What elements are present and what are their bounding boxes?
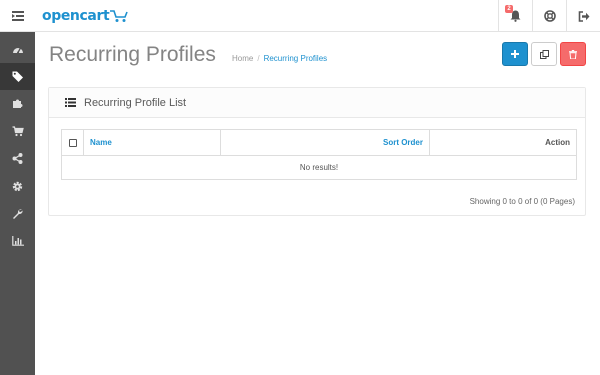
- select-all-checkbox[interactable]: [68, 138, 77, 147]
- opencart-logo[interactable]: opencart: [42, 6, 128, 26]
- no-results-message: No results!: [61, 155, 577, 180]
- sort-by-sort-order-link[interactable]: Sort Order: [383, 138, 423, 147]
- breadcrumb-home-link[interactable]: Home: [232, 54, 253, 63]
- copy-button[interactable]: [531, 42, 557, 66]
- sort-by-name-link[interactable]: Name: [90, 138, 112, 147]
- panel-title: Recurring Profile List: [84, 96, 187, 109]
- table-row: No results!: [61, 155, 577, 180]
- table-header-row: Name Sort Order Action: [61, 129, 577, 156]
- add-new-button[interactable]: [502, 42, 528, 66]
- sidebar-item-dashboard[interactable]: [0, 35, 35, 63]
- breadcrumb-current-link[interactable]: Recurring Profiles: [264, 54, 328, 63]
- page-header: Recurring Profiles Home / Recurring Prof…: [35, 32, 600, 82]
- column-header-name: Name: [83, 129, 221, 156]
- list-icon: [65, 98, 76, 107]
- help-button[interactable]: [532, 0, 566, 32]
- recurring-profile-list-panel: Recurring Profile List Name Sort Order A…: [48, 87, 586, 216]
- menu-toggle-icon: [11, 11, 24, 21]
- page-title: Recurring Profiles: [49, 43, 216, 66]
- select-all-cell: [61, 129, 84, 156]
- menu-toggle-button[interactable]: [0, 0, 35, 32]
- top-header: opencart 2: [0, 0, 600, 32]
- puzzle-icon: [13, 99, 23, 109]
- sidebar-item-extensions[interactable]: [0, 90, 35, 118]
- panel-heading: Recurring Profile List: [49, 88, 585, 118]
- sidebar-item-system[interactable]: [0, 173, 35, 201]
- column-header-sort-order: Sort Order: [220, 129, 430, 156]
- sidebar-item-reports[interactable]: [0, 228, 35, 256]
- tag-icon: [12, 71, 23, 82]
- cart-logo-icon: [110, 9, 128, 23]
- pagination-info: Showing 0 to 0 of 0 (0 Pages): [469, 197, 575, 206]
- sidebar-item-tools[interactable]: [0, 200, 35, 228]
- cog-icon: [12, 181, 23, 191]
- column-header-action: Action: [429, 129, 577, 156]
- breadcrumb-separator: /: [257, 54, 260, 63]
- share-icon: [12, 153, 23, 165]
- recurring-profiles-table: Name Sort Order Action No results!: [61, 129, 577, 180]
- alert-count-badge: 2: [505, 5, 513, 13]
- breadcrumb: Home / Recurring Profiles: [232, 54, 327, 63]
- sidebar-item-catalog[interactable]: [0, 62, 35, 90]
- logout-button[interactable]: [566, 0, 600, 32]
- bar-chart-icon: [11, 236, 24, 247]
- delete-button[interactable]: [560, 42, 586, 66]
- life-ring-icon: [543, 10, 556, 22]
- shopping-cart-icon: [12, 126, 24, 136]
- trash-icon: [569, 49, 577, 59]
- copy-icon: [539, 49, 549, 59]
- wrench-icon: [13, 209, 23, 220]
- main-content: Recurring Profiles Home / Recurring Prof…: [35, 32, 600, 375]
- sidebar-nav: [0, 32, 35, 375]
- sidebar-item-marketing[interactable]: [0, 145, 35, 173]
- sign-out-icon: [578, 10, 589, 22]
- dashboard-icon: [12, 47, 23, 54]
- plus-icon: [511, 50, 519, 58]
- alerts-button[interactable]: 2: [498, 0, 532, 32]
- logo-text: opencart: [42, 8, 110, 24]
- sidebar-item-sales[interactable]: [0, 118, 35, 146]
